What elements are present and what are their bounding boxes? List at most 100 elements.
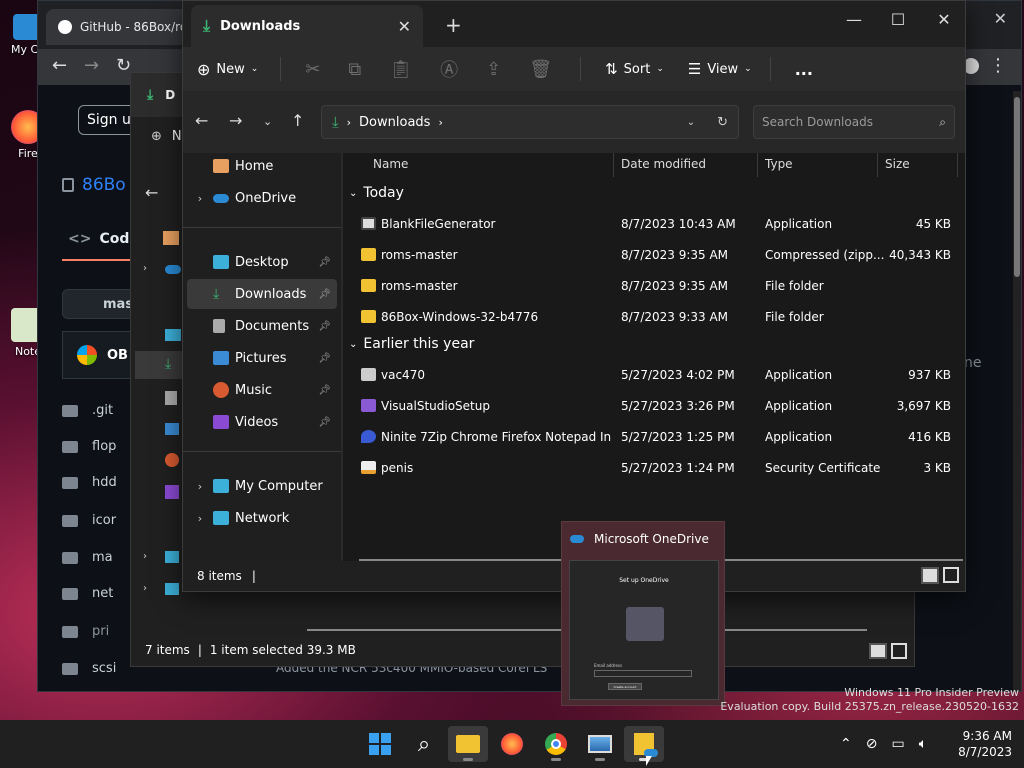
share-icon[interactable]: ⇪	[486, 59, 501, 80]
tab-downloads[interactable]: ⤓ Downloads ✕	[191, 5, 423, 47]
chevron-down-icon[interactable]: ⌄	[687, 117, 695, 128]
file-row[interactable]: VisualStudioSetup 5/27/2023 3:26 PM Appl…	[343, 391, 965, 421]
repo-title[interactable]: 86Bo	[62, 175, 126, 195]
file-row[interactable]: vac470 5/27/2023 4:02 PM Application 937…	[343, 360, 965, 390]
home-icon[interactable]	[163, 231, 179, 245]
maximize-icon[interactable]: ☐	[875, 5, 921, 35]
view-button[interactable]: ☰ View ⌄	[688, 60, 752, 78]
browser-tab-github[interactable]: GitHub - 86Box/ror	[46, 9, 196, 45]
display-icon[interactable]: ▭	[891, 736, 904, 752]
copy-icon[interactable]: ⧉	[348, 59, 361, 80]
menu-icon[interactable]: ⋮	[989, 55, 1007, 76]
close-icon[interactable]: ✕	[994, 9, 1007, 28]
taskbar-file-explorer[interactable]	[448, 726, 488, 762]
details-view-icon[interactable]	[921, 567, 939, 584]
folder-row[interactable]: flop	[62, 439, 116, 454]
close-icon[interactable]: ✕	[921, 5, 967, 35]
expand-icon[interactable]: ›	[143, 583, 147, 594]
sidebar-item-videos[interactable]: Videos 📌︎	[187, 407, 337, 437]
pin-icon[interactable]: 📌︎	[318, 257, 331, 268]
cut-icon[interactable]: ✂	[305, 59, 320, 80]
group-header-earlier[interactable]: ⌄ Earlier this year	[349, 336, 474, 352]
scrollbar[interactable]	[1013, 91, 1021, 691]
rename-icon[interactable]: Ⓐ	[440, 56, 458, 82]
pin-icon[interactable]: 📌︎	[318, 385, 331, 396]
new-tab-icon[interactable]: +	[445, 13, 462, 37]
explorer2-new[interactable]: ⊕ N	[151, 129, 182, 144]
tiles-view-icon[interactable]	[943, 567, 959, 583]
file-row[interactable]: Ninite 7Zip Chrome Firefox Notepad Inst.…	[343, 422, 965, 452]
column-header-type[interactable]: Type	[765, 153, 793, 175]
breadcrumb[interactable]: Downloads	[359, 115, 430, 130]
column-separator[interactable]	[957, 153, 958, 177]
folder-row[interactable]: net	[62, 586, 113, 601]
expand-icon[interactable]: ›	[187, 192, 213, 205]
column-header-date[interactable]: Date modified	[621, 153, 706, 175]
pin-icon[interactable]: 📌︎	[318, 321, 331, 332]
group-header-today[interactable]: ⌄ Today	[349, 185, 404, 201]
search-button[interactable]: ⌕	[404, 726, 444, 762]
sidebar-item-downloads[interactable]: ⤓ Downloads 📌︎	[187, 279, 337, 309]
folder-row[interactable]: icor	[62, 513, 116, 528]
folder-row[interactable]: .git	[62, 403, 113, 418]
code-tab[interactable]: <> Code	[68, 231, 139, 247]
back-icon[interactable]: ←	[195, 111, 208, 130]
sidebar-item-pictures[interactable]: Pictures 📌︎	[187, 343, 337, 373]
taskbar-firefox[interactable]	[492, 726, 532, 762]
folder-row[interactable]: ma	[62, 550, 113, 565]
minimize-icon[interactable]: —	[831, 5, 877, 35]
tiles-view-icon[interactable]	[891, 643, 907, 659]
taskbar-onedrive-setup[interactable]	[624, 726, 664, 762]
expand-icon[interactable]: ›	[187, 480, 213, 493]
delete-icon[interactable]: 🗑︎	[529, 59, 552, 80]
file-row[interactable]: penis 5/27/2023 1:24 PM Security Certifi…	[343, 453, 965, 483]
pin-icon[interactable]: 📌︎	[318, 353, 331, 364]
chevron-right-icon[interactable]: ›	[438, 116, 442, 129]
volume-icon[interactable]: 🔈︎	[919, 736, 927, 752]
sidebar-item-my-computer[interactable]: › My Computer	[187, 471, 337, 501]
search-input[interactable]: Search Downloads ⌕	[753, 105, 955, 139]
chevron-up-icon[interactable]: ⌃	[840, 736, 852, 752]
reload-icon[interactable]: ↻	[116, 55, 131, 76]
close-tab-icon[interactable]: ✕	[398, 17, 411, 36]
sidebar-item-documents[interactable]: Documents 📌︎	[187, 311, 337, 341]
sidebar-item-onedrive[interactable]: › OneDrive	[187, 183, 337, 213]
file-row[interactable]: 86Box-Windows-32-b4776 8/7/2023 9:33 AM …	[343, 302, 965, 332]
expand-icon[interactable]: ›	[143, 263, 147, 274]
downloads-row-selected[interactable]: ⤓	[135, 351, 185, 379]
taskbar-photos[interactable]	[580, 726, 620, 762]
back-icon[interactable]: ←	[52, 55, 67, 76]
expand-icon[interactable]: ›	[143, 551, 147, 562]
paste-icon[interactable]: 📋︎	[389, 59, 412, 80]
file-row[interactable]: roms-master 8/7/2023 9:35 AM File folder	[343, 271, 965, 301]
taskbar-chrome[interactable]	[536, 726, 576, 762]
forward-icon[interactable]: →	[229, 111, 242, 130]
folder-row[interactable]: pri	[62, 624, 109, 639]
column-separator[interactable]	[877, 153, 878, 177]
more-options-button[interactable]: ...	[795, 60, 813, 79]
folder-row[interactable]: hdd	[62, 475, 117, 490]
sidebar-item-desktop[interactable]: Desktop 📌︎	[187, 247, 337, 277]
refresh-icon[interactable]: ↻	[717, 115, 728, 130]
up-icon[interactable]: ↑	[291, 111, 304, 130]
file-row[interactable]: roms-master 8/7/2023 9:35 AM Compressed …	[343, 240, 965, 270]
details-view-icon[interactable]	[869, 643, 887, 659]
sidebar-item-home[interactable]: Home	[187, 151, 337, 181]
folder-row[interactable]: scsi	[62, 661, 116, 676]
new-button[interactable]: ⊕ New ⌄	[197, 60, 258, 79]
pin-icon[interactable]: 📌︎	[318, 289, 331, 300]
network-disconnected-icon[interactable]: ⊘	[866, 736, 878, 752]
column-header-size[interactable]: Size	[885, 153, 910, 175]
file-row[interactable]: BlankFileGenerator 8/7/2023 10:43 AM App…	[343, 209, 965, 239]
start-button[interactable]	[360, 726, 400, 762]
column-separator[interactable]	[757, 153, 758, 177]
expand-icon[interactable]: ›	[187, 512, 213, 525]
sidebar-item-music[interactable]: Music 📌︎	[187, 375, 337, 405]
forward-icon[interactable]: →	[84, 55, 99, 76]
recent-locations-icon[interactable]: ⌄	[263, 115, 272, 128]
clock[interactable]: 9:36 AM 8/7/2023	[956, 728, 1012, 760]
sort-button[interactable]: ⇅ Sort ⌄	[605, 60, 664, 78]
sidebar-item-network[interactable]: › Network	[187, 503, 337, 533]
pin-icon[interactable]: 📌︎	[318, 417, 331, 428]
onedrive-taskbar-preview[interactable]: Microsoft OneDrive Set up OneDrive Email…	[561, 521, 725, 706]
